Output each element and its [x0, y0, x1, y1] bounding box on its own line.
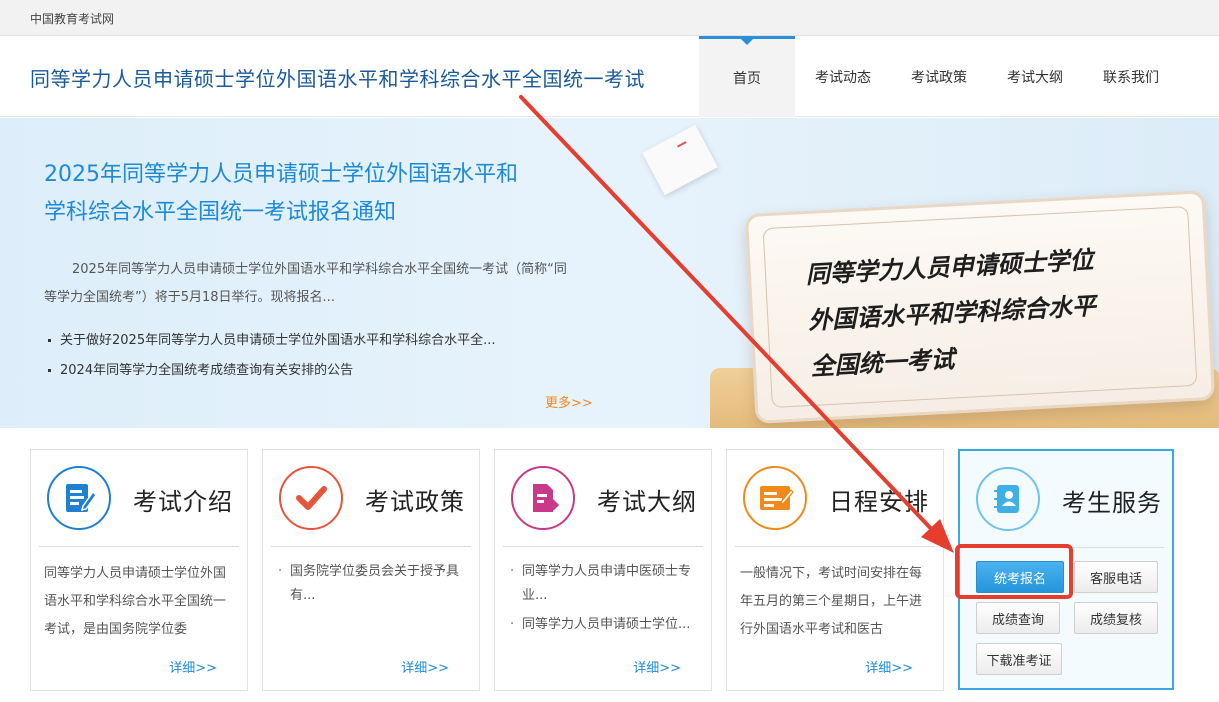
list-item[interactable]: 同等学力人员申请硕士学位... — [508, 613, 700, 637]
card-exam-intro: 考试介绍 同等学力人员申请硕士学位外国语水平和学科综合水平全国统一考试，是由国务… — [30, 449, 248, 691]
nav-exam-news[interactable]: 考试动态 — [795, 36, 891, 117]
file-export-icon — [511, 466, 575, 530]
nav-home-label: 首页 — [733, 71, 761, 87]
card-title: 考试政策 — [365, 488, 465, 516]
card-divider — [968, 547, 1164, 548]
card-exam-syllabus: 考试大纲 同等学力人员申请中医硕士专业... 同等学力人员申请硕士学位... 详… — [494, 449, 712, 691]
card-divider — [271, 546, 471, 547]
card-title: 考生服务 — [1062, 489, 1162, 517]
banner-news-list: 关于做好2025年同等学力人员申请硕士学位外国语水平和学科综合水平全... 20… — [44, 326, 495, 386]
card-exam-policy: 考试政策 国务院学位委员会关于授予具有... 详细>> — [262, 449, 480, 691]
hero-banner: 2025年同等学力人员申请硕士学位外国语水平和 学科综合水平全国统一考试报名通知… — [0, 118, 1219, 428]
register-button[interactable]: 统考报名 — [976, 561, 1064, 593]
card-text: 一般情况下，考试时间安排在每年五月的第三个星期日，上午进行外国语水平考试和医古 — [740, 566, 923, 637]
checkmark-icon — [279, 466, 343, 530]
card-schedule: 日程安排 一般情况下，考试时间安排在每年五月的第三个星期日，上午进行外国语水平考… — [726, 449, 944, 691]
board-text: 同等学力人员申请硕士学位 外国语水平和学科综合水平 全国统一考试 — [805, 234, 1152, 390]
contact-book-icon — [976, 467, 1040, 531]
card-detail-link[interactable]: 详细>> — [865, 657, 913, 676]
nav-exam-policy-label: 考试政策 — [911, 69, 967, 86]
schedule-board-icon — [743, 466, 807, 530]
list-item[interactable]: 同等学力人员申请中医硕士专业... — [508, 560, 700, 608]
admit-card-button[interactable]: 下载准考证 — [976, 643, 1062, 675]
active-caret-icon — [741, 39, 753, 45]
card-divider — [735, 546, 935, 547]
nav-exam-policy[interactable]: 考试政策 — [891, 36, 987, 117]
card-detail-link[interactable]: 详细>> — [401, 657, 449, 676]
top-strip: 中国教育考试网 — [0, 0, 1219, 36]
score-query-button[interactable]: 成绩查询 — [976, 602, 1060, 634]
main-nav: 首页 考试动态 考试政策 考试大纲 联系我们 — [699, 36, 1179, 117]
document-edit-icon — [47, 466, 111, 530]
card-title: 考试大纲 — [597, 488, 697, 516]
banner-news-item[interactable]: 关于做好2025年同等学力人员申请硕士学位外国语水平和学科综合水平全... — [44, 326, 495, 356]
board-illustration: 同等学力人员申请硕士学位 外国语水平和学科综合水平 全国统一考试 — [700, 188, 1219, 428]
card-list: 国务院学位委员会关于授予具有... — [276, 560, 468, 613]
nav-exam-syllabus[interactable]: 考试大纲 — [987, 36, 1083, 117]
card-title: 考试介绍 — [133, 488, 233, 516]
header: 同等学力人员申请硕士学位外国语水平和学科综合水平全国统一考试 首页 考试动态 考… — [0, 36, 1219, 117]
banner-news-item[interactable]: 2024年同等学力全国统考成绩查询有关安排的公告 — [44, 356, 495, 386]
banner-title-line1: 2025年同等学力人员申请硕士学位外国语水平和 — [44, 162, 518, 187]
card-candidate-service: 考生服务 统考报名 客服电话 成绩查询 成绩复核 下载准考证 — [958, 449, 1174, 690]
card-title: 日程安排 — [829, 488, 929, 516]
hotline-button[interactable]: 客服电话 — [1074, 561, 1158, 593]
card-text: 同等学力人员申请硕士学位外国语水平和学科综合水平全国统一考试，是由国务院学位委 — [44, 566, 227, 637]
nav-home[interactable]: 首页 — [699, 36, 795, 117]
site-name[interactable]: 中国教育考试网 — [30, 10, 114, 27]
banner-title-line2: 学科综合水平全国统一考试报名通知 — [44, 200, 397, 225]
card-detail-link[interactable]: 详细>> — [633, 657, 681, 676]
page-title: 同等学力人员申请硕士学位外国语水平和学科综合水平全国统一考试 — [30, 67, 645, 91]
card-detail-link[interactable]: 详细>> — [169, 657, 217, 676]
nav-exam-news-label: 考试动态 — [815, 69, 871, 86]
nav-contact-us-label: 联系我们 — [1103, 69, 1159, 86]
nav-contact-us[interactable]: 联系我们 — [1083, 36, 1179, 117]
paper-illustration — [642, 124, 718, 196]
banner-title[interactable]: 2025年同等学力人员申请硕士学位外国语水平和 学科综合水平全国统一考试报名通知 — [44, 156, 584, 232]
card-divider — [39, 546, 239, 547]
nav-exam-syllabus-label: 考试大纲 — [1007, 69, 1063, 86]
score-review-button[interactable]: 成绩复核 — [1074, 602, 1158, 634]
banner-more-link[interactable]: 更多>> — [545, 392, 593, 411]
card-list: 同等学力人员申请中医硕士专业... 同等学力人员申请硕士学位... — [508, 560, 700, 642]
list-item[interactable]: 国务院学位委员会关于授予具有... — [276, 560, 468, 608]
card-divider — [503, 546, 703, 547]
banner-description: 2025年同等学力人员申请硕士学位外国语水平和学科综合水平全国统一考试（简称“同… — [44, 262, 567, 305]
